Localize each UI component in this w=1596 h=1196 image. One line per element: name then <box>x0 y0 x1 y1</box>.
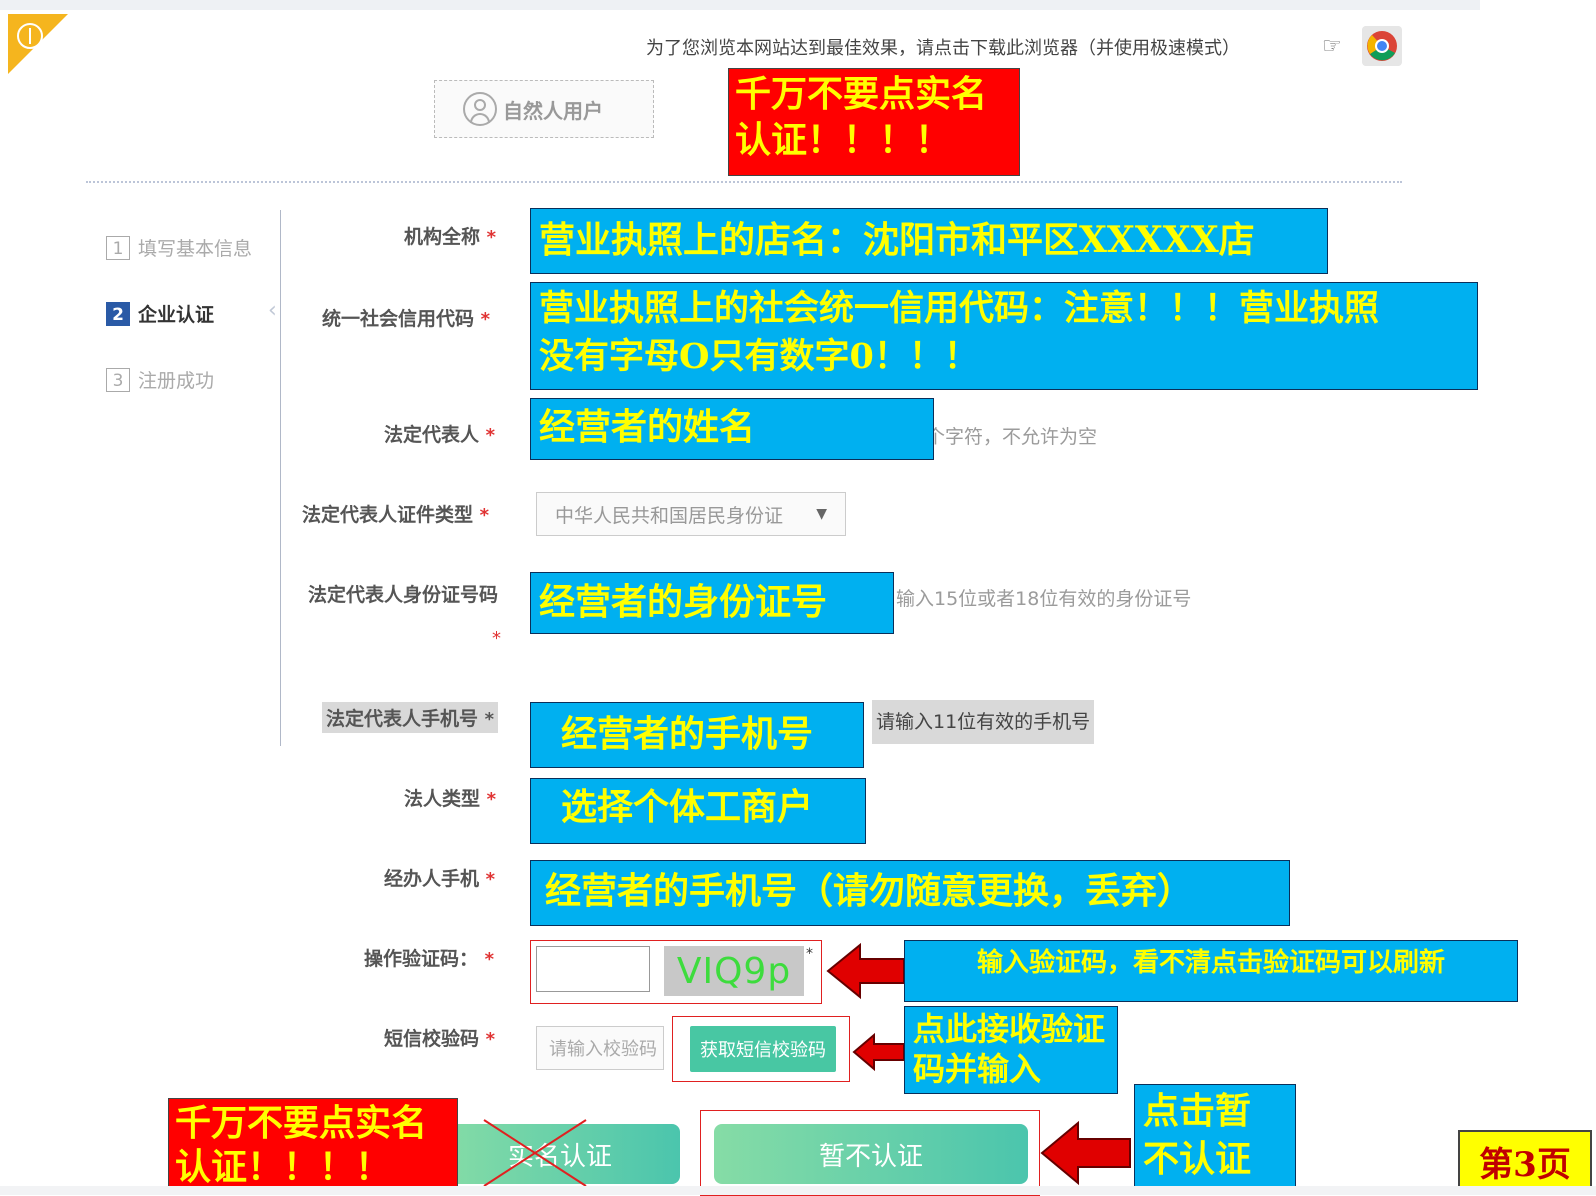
select-value: 中华人民共和国居民身份证 <box>555 504 784 527</box>
divider <box>86 181 1402 183</box>
step-number: 3 <box>106 367 130 392</box>
warning-line: 千万不要点实名 <box>735 73 988 115</box>
skip-verify-button[interactable]: 暂不认证 <box>714 1124 1028 1184</box>
step-fill-info: 1 填写基本信息 <box>106 234 252 261</box>
step-label: 注册成功 <box>138 370 215 392</box>
captcha-image[interactable]: VIQ9p <box>664 946 804 996</box>
sms-label: 短信校验码 * <box>384 1028 496 1050</box>
entity-type-label: 法人类型 * <box>404 788 497 810</box>
phone-hint: 请输入11位有效的手机号 <box>872 700 1095 744</box>
phone-annotation[interactable]: 经营者的手机号 <box>530 702 864 768</box>
chrome-browser-icon[interactable] <box>1362 26 1402 66</box>
warning-annotation-bottom: 千万不要点实名 认证！！！！ <box>168 1098 458 1195</box>
captcha-text: VIQ9p <box>676 950 792 992</box>
captcha-input[interactable] <box>536 946 650 992</box>
sms-placeholder: 请输入校验码 <box>549 1039 657 1060</box>
thumb-pointer-icon: ☞ <box>1322 34 1342 59</box>
step-label: 企业认证 <box>138 304 215 326</box>
tab-natural-person[interactable]: 自然人用户 <box>434 80 654 138</box>
annotation-line: 没有字母O只有数字0！！！ <box>539 336 979 377</box>
agent-phone-label: 经办人手机 * <box>384 868 496 890</box>
agent-phone-annotation[interactable]: 经营者的手机号（请勿随意更换，丢弃） <box>530 860 1290 926</box>
logo-icon <box>8 14 68 74</box>
captcha-label: 操作验证码： * <box>364 948 495 970</box>
caret-left-icon: ‹ <box>268 298 277 323</box>
id-number-annotation[interactable]: 经营者的身份证号 <box>530 572 894 634</box>
step-number: 1 <box>106 235 130 260</box>
id-number-hint: 输入15位或者18位有效的身份证号 <box>896 588 1192 610</box>
step-enterprise-auth: 2 企业认证 <box>106 300 214 327</box>
annotation-line: 不认证 <box>1143 1138 1252 1180</box>
warning-line: 认证！！！！ <box>735 119 952 161</box>
steps-divider <box>280 210 281 746</box>
skip-annotation: 点击暂 不认证 <box>1134 1084 1296 1194</box>
chevron-down-icon: ▼ <box>816 506 827 522</box>
captcha-star: * <box>806 946 813 962</box>
annotation-line: 码并输入 <box>913 1050 1042 1088</box>
browser-notice: 为了您浏览本网站达到最佳效果，请点击下载此浏览器（并使用极速模式） <box>646 38 1240 59</box>
org-name-annotation[interactable]: 营业执照上的店名：沈阳市和平区XXXXX店 <box>530 208 1328 274</box>
arrow-left-icon <box>852 1032 905 1072</box>
org-name-label: 机构全称 * <box>404 226 497 248</box>
id-number-label: 法定代表人身份证号码 <box>308 584 499 606</box>
arrow-left-icon <box>1040 1120 1131 1186</box>
arrow-left-icon <box>826 942 905 1000</box>
sms-annotation: 点此接收验证 码并输入 <box>904 1006 1118 1094</box>
button-label: 暂不认证 <box>818 1141 923 1172</box>
page-number-label: 第3页 <box>1458 1130 1592 1192</box>
warning-annotation-top: 千万不要点实名 认证！！！！ <box>728 68 1020 176</box>
step-register-success: 3 注册成功 <box>106 366 214 393</box>
cross-out-icon <box>483 1119 587 1187</box>
step-number: 2 <box>106 301 130 326</box>
annotation-line: 点击暂 <box>1143 1090 1252 1132</box>
user-icon <box>463 92 497 126</box>
phone-label: 法定代表人手机号 * <box>322 702 499 733</box>
legal-rep-hint: 个字符，不允许为空 <box>926 426 1098 448</box>
credit-code-label: 统一社会信用代码 * <box>322 308 491 330</box>
id-type-select[interactable]: 中华人民共和国居民身份证 ▼ <box>536 492 846 536</box>
warning-line: 千万不要点实名 <box>175 1102 428 1144</box>
id-type-label: 法定代表人证件类型 * <box>302 504 490 526</box>
annotation-line: 点此接收验证 <box>913 1010 1106 1048</box>
step-label: 填写基本信息 <box>138 238 253 260</box>
credit-code-annotation[interactable]: 营业执照上的社会统一信用代码：注意！！！营业执照 没有字母O只有数字0！！！ <box>530 282 1478 390</box>
legal-rep-label: 法定代表人 * <box>384 424 496 446</box>
captcha-annotation: 输入验证码，看不清点击验证码可以刷新 <box>904 940 1518 1002</box>
bottom-strip <box>0 1186 1596 1195</box>
legal-rep-annotation[interactable]: 经营者的姓名 <box>530 398 934 460</box>
tab-label: 自然人用户 <box>503 98 603 123</box>
entity-type-annotation[interactable]: 选择个体工商户 <box>530 778 866 844</box>
get-sms-code-button[interactable]: 获取短信校验码 <box>690 1026 836 1072</box>
required-mark: * <box>492 628 501 649</box>
warning-line: 认证！！！！ <box>175 1146 392 1188</box>
annotation-line: 营业执照上的社会统一信用代码：注意！！！营业执照 <box>539 288 1380 329</box>
top-strip <box>0 0 1480 10</box>
sms-code-input[interactable]: 请输入校验码 <box>536 1026 664 1070</box>
